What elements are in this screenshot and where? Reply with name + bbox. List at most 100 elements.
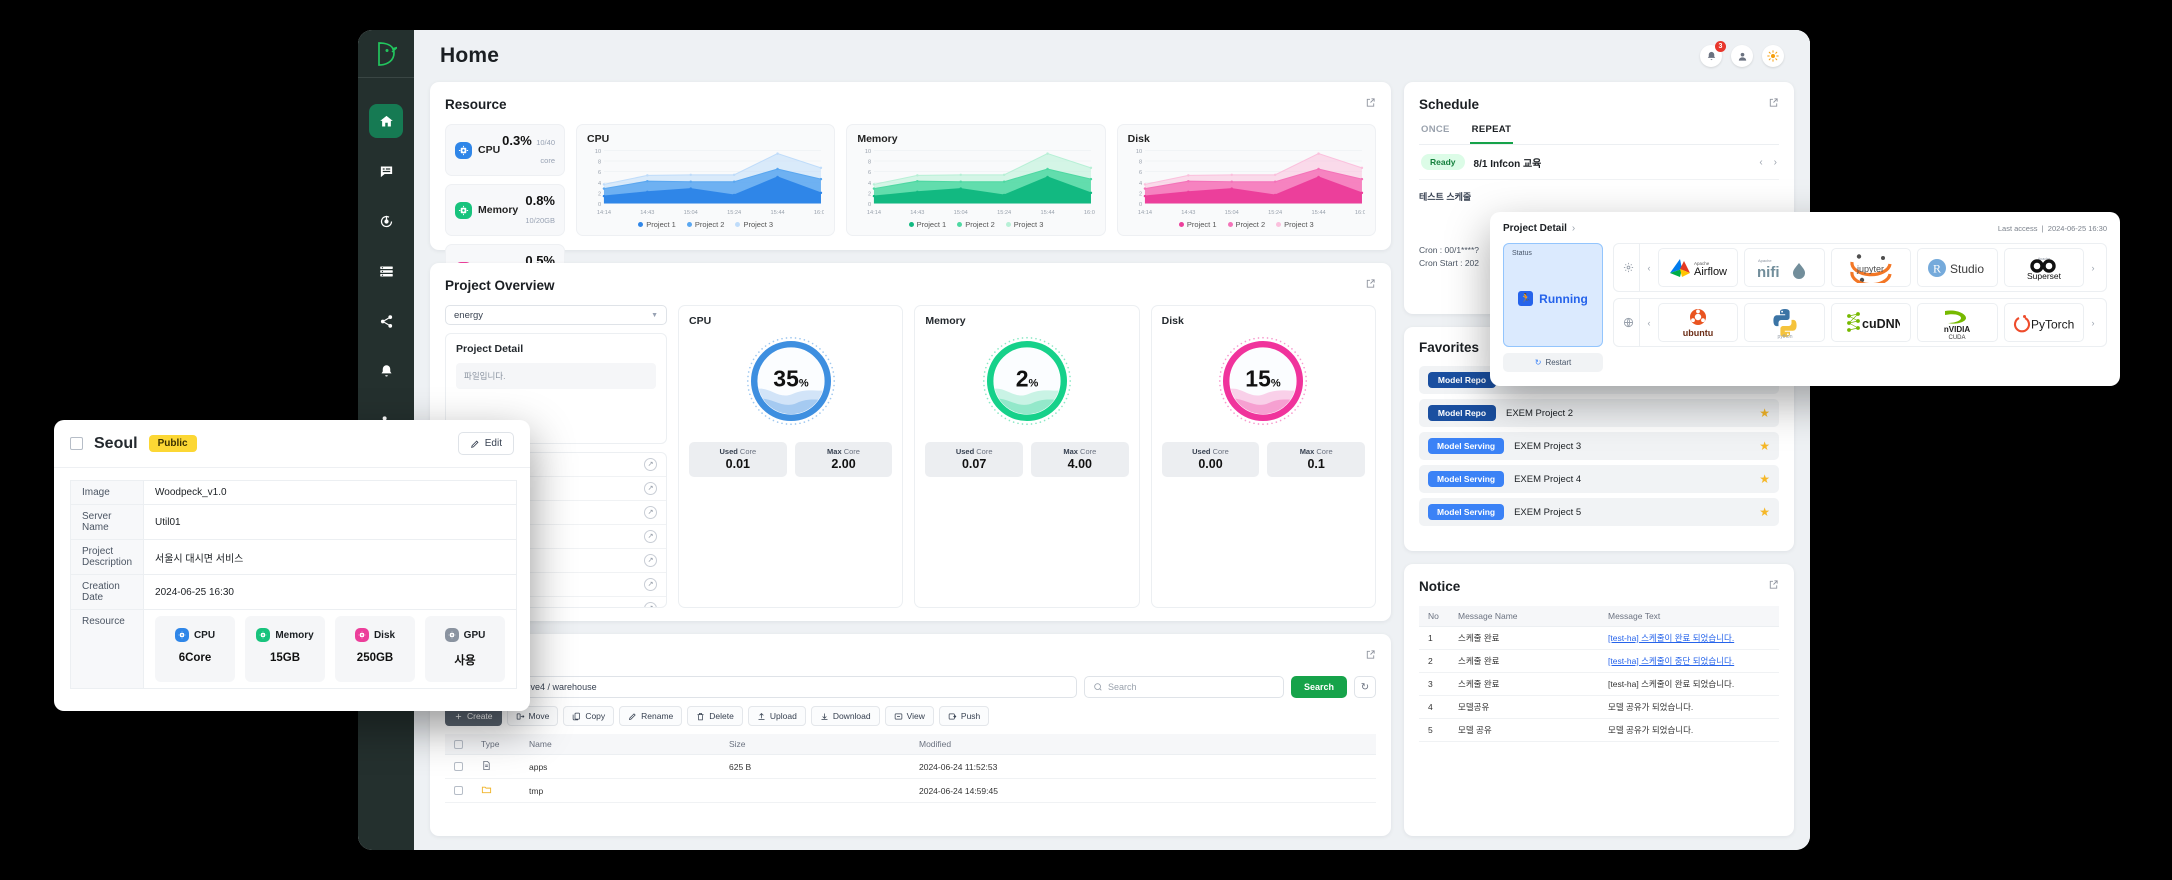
notice-text[interactable]: [test-ha] 스케줄이 완료 되었습니다. — [1599, 626, 1779, 650]
tool-superset[interactable]: Apache Superset — [2003, 248, 2084, 287]
gauge-title: CPU — [689, 315, 712, 327]
tool-nvidia-cuda[interactable]: nVIDIA CUDA — [1917, 303, 1998, 342]
notice-title: Notice — [1419, 578, 1461, 594]
gauge-title: Memory — [925, 315, 966, 327]
running-person-icon: 🏃 — [1518, 291, 1534, 306]
legend-item: Project 2 — [686, 220, 724, 229]
max-core-stat: Max Core 0.1 — [1267, 442, 1365, 477]
open-external-icon[interactable]: ↗ — [644, 577, 657, 591]
seoul-resource-cards: CPU 6Core Memory 15GB Disk 250GB GPU 사용 — [155, 616, 506, 682]
volume-search-button[interactable]: Search — [1290, 676, 1347, 698]
tab-repeat[interactable]: REPEAT — [1469, 124, 1514, 144]
table-row: 5 모델 공유 모델 공유가 되었습니다. — [1419, 718, 1779, 742]
legend-dot — [1227, 222, 1233, 228]
upload-icon — [758, 712, 765, 720]
next-icon[interactable]: › — [2084, 318, 2102, 328]
favorite-item[interactable]: Model Repo EXEM Project 2 ★ — [1419, 399, 1779, 427]
theme-toggle-button[interactable] — [1762, 45, 1784, 67]
favorite-tag: Model Repo — [1428, 372, 1496, 388]
sidebar-item-share[interactable] — [369, 304, 403, 338]
star-icon[interactable]: ★ — [1759, 472, 1770, 486]
open-external-icon[interactable]: ↗ — [644, 481, 657, 495]
sidebar-item-alerts[interactable] — [369, 354, 403, 388]
volume-push-button[interactable]: Push — [938, 706, 990, 726]
notice-no: 3 — [1419, 672, 1449, 696]
svg-text:15:24: 15:24 — [1268, 210, 1282, 216]
notice-text[interactable]: [test-ha] 스케줄이 중단 되었습니다. — [1599, 649, 1779, 673]
next-icon[interactable]: › — [1774, 157, 1777, 168]
tool-cudnn[interactable]: cuDNN — [1830, 303, 1912, 342]
gauge-title: Disk — [1161, 315, 1184, 327]
notice-link[interactable]: [test-ha] 스케줄이 중단 되었습니다. — [1608, 656, 1734, 666]
info-key: Image — [69, 480, 145, 505]
chevron-right-icon[interactable]: › — [1572, 223, 1575, 234]
chart-title: Disk — [1127, 133, 1150, 145]
expand-icon[interactable] — [1365, 95, 1376, 113]
open-external-icon[interactable]: ↗ — [644, 553, 657, 567]
favorite-item[interactable]: Model Serving EXEM Project 4 ★ — [1419, 465, 1779, 493]
table-row: 3 스케줄 완료 [test-ha] 스케줄이 완료 되었습니다. — [1419, 672, 1779, 696]
tab-once[interactable]: ONCE — [1419, 124, 1452, 144]
volume-upload-button[interactable]: Upload — [747, 706, 806, 726]
volume-search-input[interactable]: Search — [1083, 676, 1284, 698]
sidebar-item-board[interactable] — [369, 154, 403, 188]
edit-button[interactable]: Edit — [457, 432, 514, 455]
table-row[interactable]: tmp 2024-06-24 14:59:45 — [445, 778, 1376, 803]
expand-icon[interactable] — [1768, 577, 1779, 595]
edit-button-label: Edit — [484, 438, 502, 449]
row-type — [472, 778, 520, 803]
volume-path-input[interactable]: Root / apps / hive4 / warehouse — [445, 676, 1077, 698]
prev-icon[interactable]: ‹ — [1640, 263, 1658, 273]
pipeline-icon — [380, 215, 392, 227]
prev-icon[interactable]: ‹ — [1640, 318, 1658, 328]
tool-airflow[interactable]: Apache Airflow — [1658, 248, 1739, 287]
volume-rename-button[interactable]: Rename — [619, 706, 683, 726]
star-icon[interactable]: ★ — [1759, 505, 1770, 519]
sidebar-item-pipeline[interactable] — [369, 204, 403, 238]
volume-copy-button[interactable]: Copy — [563, 706, 615, 726]
favorite-item[interactable]: Model Serving EXEM Project 5 ★ — [1419, 498, 1779, 526]
row-checkbox[interactable] — [454, 762, 463, 771]
expand-icon[interactable] — [1365, 647, 1376, 665]
row-name[interactable]: apps — [520, 754, 720, 779]
favorite-item[interactable]: Model Serving EXEM Project 3 ★ — [1419, 432, 1779, 460]
sidebar-item-home[interactable] — [369, 104, 403, 138]
tool-nifi[interactable]: Apache nifi — [1744, 248, 1825, 287]
tool-rstudio[interactable]: R Studio — [1917, 248, 1998, 287]
select-all-checkbox[interactable] — [454, 739, 463, 749]
prev-icon[interactable]: ‹ — [1759, 157, 1762, 168]
gauge-card-memory: Memory 2% Used Core 0.07 Max Core 4.00 — [914, 305, 1140, 608]
row-checkbox[interactable] — [454, 786, 463, 795]
notifications-button[interactable]: 3 — [1700, 41, 1726, 67]
tool-jupyter[interactable]: jupyter — [1830, 248, 1912, 287]
tool-ubuntu[interactable]: ubuntu — [1658, 303, 1739, 342]
resource-name: CPU — [193, 629, 216, 641]
volume-delete-button[interactable]: Delete — [687, 706, 743, 726]
next-icon[interactable]: › — [2084, 263, 2102, 273]
dashboard-right-column: Schedule ONCE REPEAT Ready 8/1 Infcon 교육 … — [1404, 82, 1794, 836]
tool-python[interactable]: python — [1744, 303, 1825, 342]
notice-link[interactable]: [test-ha] 스케줄이 완료 되었습니다. — [1608, 633, 1734, 643]
star-icon[interactable]: ★ — [1759, 406, 1770, 420]
open-external-icon[interactable]: ↗ — [644, 505, 657, 519]
open-external-icon[interactable]: ↗ — [644, 529, 657, 543]
profile-button[interactable] — [1731, 45, 1753, 67]
expand-icon[interactable] — [1365, 276, 1376, 294]
restart-button[interactable]: ↻ Restart — [1503, 353, 1603, 372]
volume-view-button[interactable]: View — [884, 706, 934, 726]
expand-icon[interactable] — [1768, 95, 1779, 113]
tool-pytorch[interactable]: PyTorch — [2003, 303, 2084, 342]
sidebar-item-storage[interactable] — [369, 254, 403, 288]
open-external-icon[interactable]: ↗ — [644, 457, 657, 471]
open-external-icon[interactable]: ↗ — [644, 601, 657, 607]
row-name[interactable]: tmp — [520, 778, 720, 803]
volume-download-button[interactable]: Download — [810, 706, 880, 726]
info-key: Server Name — [69, 504, 145, 540]
project-select[interactable]: energy ▼ — [445, 305, 667, 326]
seoul-checkbox[interactable] — [70, 437, 83, 450]
row-modified: 2024-06-24 11:52:53 — [910, 754, 1376, 779]
star-icon[interactable]: ★ — [1759, 439, 1770, 453]
refresh-icon[interactable]: ↻ — [1354, 676, 1376, 698]
app-logo[interactable] — [358, 30, 414, 78]
table-row[interactable]: apps 625 B 2024-06-24 11:52:53 — [445, 754, 1376, 779]
